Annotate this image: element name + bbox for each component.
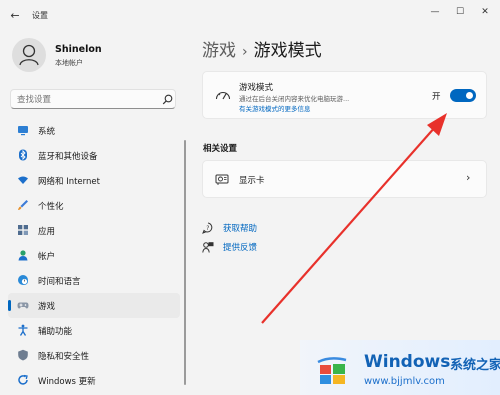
get-help-label: 获取帮助: [223, 224, 258, 234]
page-title: 游戏模式: [253, 41, 322, 61]
toggle-state-label: 开: [432, 92, 441, 102]
avatar[interactable]: [12, 38, 46, 72]
breadcrumb: 游戏 › 游戏模式: [202, 36, 322, 61]
watermark-url: www.bjjmlv.com: [364, 376, 445, 387]
sidebar-item-bluetooth[interactable]: 蓝牙和其他设备: [8, 143, 180, 168]
sidebar-item-system[interactable]: 系统: [8, 118, 180, 143]
sidebar-item-accounts[interactable]: 帐户: [8, 243, 180, 268]
back-button[interactable]: ←: [8, 9, 22, 23]
sidebar-item-label: 游戏: [38, 302, 56, 312]
chevron-right-icon: ›: [466, 171, 471, 184]
sidebar-item-personalization[interactable]: 个性化: [8, 193, 180, 218]
bluetooth-icon: [17, 149, 29, 161]
watermark: Windows 系统之家 www.bjjmlv.com: [300, 340, 500, 395]
game-mode-card: 游戏模式 通过在后台关闭内容来优化电脑玩游... 有关游戏模式的更多信息 开: [202, 71, 487, 119]
gamepad-icon: [17, 299, 29, 311]
selection-indicator: [8, 300, 11, 311]
close-button[interactable]: ✕: [473, 4, 497, 20]
sidebar-item-network[interactable]: 网络和 Internet: [8, 168, 180, 193]
sidebar-item-label: 帐户: [38, 252, 56, 262]
wifi-icon: [17, 174, 29, 186]
sidebar-item-gaming[interactable]: 游戏: [8, 293, 180, 318]
sidebar-item-label: 辅助功能: [38, 327, 73, 337]
gauge-icon: [215, 91, 231, 100]
sidebar-item-accessibility[interactable]: 辅助功能: [8, 318, 180, 343]
game-mode-title: 游戏模式: [239, 83, 274, 93]
monitor-icon: [17, 124, 29, 136]
shield-icon: [17, 349, 29, 361]
breadcrumb-parent[interactable]: 游戏: [202, 41, 236, 61]
sidebar-item-label: 个性化: [38, 202, 64, 212]
apps-icon: [17, 224, 29, 236]
title-bar: ← 设置 — ☐ ✕: [0, 0, 500, 30]
minimize-button[interactable]: —: [423, 4, 447, 20]
search-icon[interactable]: [162, 94, 173, 105]
toggle-knob: [466, 92, 473, 99]
sidebar-item-label: 应用: [38, 227, 56, 237]
brush-icon: [17, 199, 29, 211]
user-name: Shinelon: [55, 44, 102, 55]
update-icon: [17, 374, 29, 386]
windows-logo-icon: [317, 357, 347, 384]
sidebar-scrollbar[interactable]: [184, 140, 186, 385]
game-mode-description: 通过在后台关闭内容来优化电脑玩游...: [239, 95, 350, 103]
display-card[interactable]: 显示卡 ›: [202, 160, 487, 198]
watermark-brand-cn: 系统之家: [450, 358, 500, 373]
sidebar-item-label: 隐私和安全性: [38, 352, 90, 362]
sidebar-item-label: Windows 更新: [38, 377, 96, 387]
search-box[interactable]: [10, 89, 176, 109]
sidebar-item-label: 系统: [38, 127, 56, 137]
app-title: 设置: [32, 11, 48, 20]
watermark-brand: Windows: [364, 352, 451, 372]
account-type: 本地帐户: [55, 59, 83, 67]
globe-clock-icon: [17, 274, 29, 286]
sidebar-item-label: 网络和 Internet: [38, 177, 100, 187]
sidebar-item-label: 时间和语言: [38, 277, 81, 287]
breadcrumb-separator: ›: [242, 44, 248, 60]
game-mode-learn-more-link[interactable]: 有关游戏模式的更多信息: [239, 103, 311, 113]
maximize-button[interactable]: ☐: [448, 4, 472, 20]
sidebar-item-apps[interactable]: 应用: [8, 218, 180, 243]
person-icon: [19, 44, 39, 66]
sidebar-item-privacy[interactable]: 隐私和安全性: [8, 343, 180, 368]
graphics-card-icon: [215, 174, 229, 185]
game-mode-toggle[interactable]: [450, 89, 476, 102]
sidebar-item-label: 蓝牙和其他设备: [38, 152, 98, 162]
svg-text:?: ?: [206, 225, 209, 232]
related-settings-heading: 相关设置: [203, 144, 238, 154]
accessibility-icon: [17, 324, 29, 336]
give-feedback-label: 提供反馈: [223, 243, 258, 253]
search-input[interactable]: [17, 93, 157, 106]
person-icon: [17, 249, 29, 261]
help-chat-icon: ?: [202, 222, 213, 234]
sidebar-item-time-language[interactable]: 时间和语言: [8, 268, 180, 293]
feedback-icon: [202, 242, 214, 253]
sidebar-nav: 系统 蓝牙和其他设备 网络和 Internet 个性化 应用 帐户 时间和语言 …: [8, 118, 180, 393]
display-card-label: 显示卡: [239, 176, 265, 186]
sidebar-item-windows-update[interactable]: Windows 更新: [8, 368, 180, 393]
